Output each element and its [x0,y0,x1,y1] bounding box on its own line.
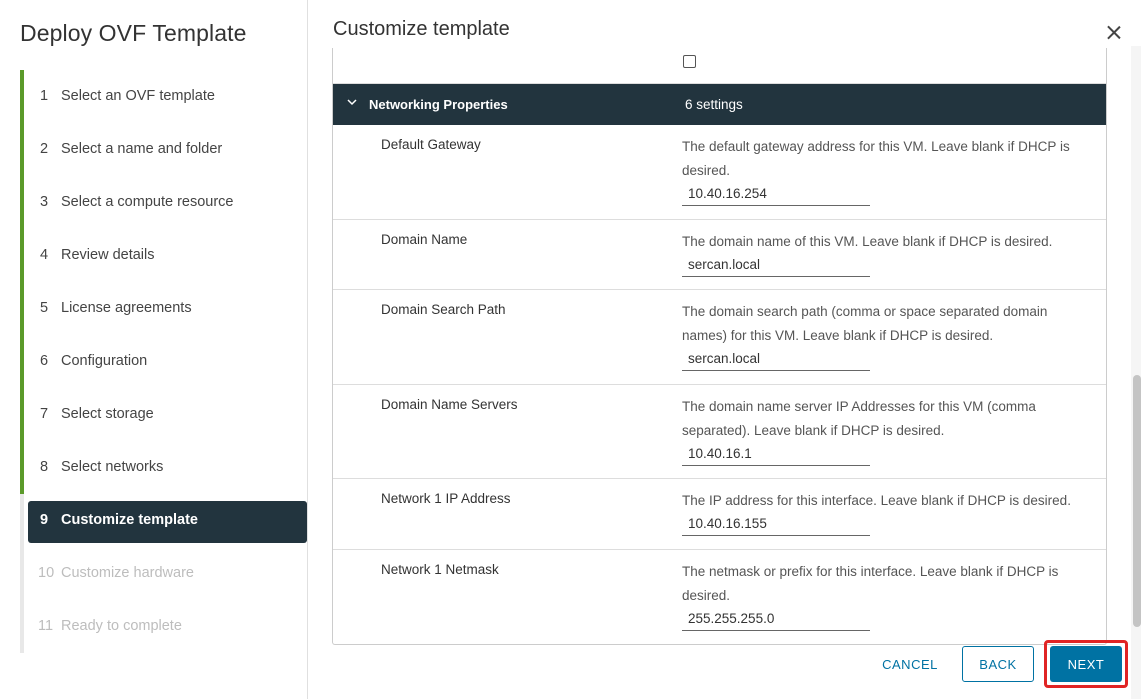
step-customize-hardware: 10 Customize hardware [20,547,308,600]
step-label: Review details [61,247,155,263]
previous-property-row [333,48,1106,84]
step-label: License agreements [61,300,192,316]
section-header-networking[interactable]: Networking Properties 6 settings [333,84,1106,125]
property-description: The netmask or prefix for this interface… [682,564,1059,603]
next-button[interactable]: NEXT [1050,646,1122,682]
step-label: Select networks [61,459,164,475]
step-progress-bar [20,335,24,388]
step-label: Customize template [61,512,198,528]
property-rows: Default Gateway The default gateway addr… [333,125,1106,644]
step-select-name-folder[interactable]: 2 Select a name and folder [20,123,308,176]
step-label: Ready to complete [61,618,182,634]
step-label: Select a name and folder [61,141,223,157]
page-title: Customize template [333,18,510,40]
wizard-steps: 1 Select an OVF template 2 Select a name… [20,70,308,653]
step-number: 3 [40,194,49,210]
step-number: 9 [40,512,49,528]
property-row-network-netmask: Network 1 Netmask The netmask or prefix … [333,550,1106,644]
wizard-sidebar: Deploy OVF Template 1 Select an OVF temp… [0,0,308,699]
property-name: Domain Search Path [381,302,506,317]
step-progress-bar [20,600,24,653]
step-label: Select a compute resource [61,194,234,210]
step-progress-bar [20,494,24,547]
step-progress-bar [20,282,24,335]
section-settings-count: 6 settings [685,97,743,112]
property-name: Default Gateway [381,137,481,152]
step-select-ovf-template[interactable]: 1 Select an OVF template [20,70,308,123]
property-name: Network 1 Netmask [381,562,499,577]
step-progress-bar [20,388,24,441]
domain-name-servers-input[interactable] [682,442,870,466]
property-description: The domain name server IP Addresses for … [682,399,1036,438]
step-number: 2 [40,141,49,157]
property-description: The domain search path (comma or space s… [682,304,1048,343]
step-progress-bar [20,123,24,176]
property-row-domain-name: Domain Name The domain name of this VM. … [333,220,1106,290]
step-select-storage[interactable]: 7 Select storage [20,388,308,441]
default-gateway-input[interactable] [682,182,870,206]
step-label: Select an OVF template [61,88,215,104]
property-row-domain-search-path: Domain Search Path The domain search pat… [333,290,1106,385]
step-number: 7 [40,406,49,422]
step-progress-bar [20,229,24,282]
wizard-title: Deploy OVF Template [20,20,247,46]
property-row-network-ip-address: Network 1 IP Address The IP address for … [333,479,1106,550]
step-select-compute-resource[interactable]: 3 Select a compute resource [20,176,308,229]
step-number: 8 [40,459,49,475]
property-description: The IP address for this interface. Leave… [682,493,1071,508]
section-label: Networking Properties [369,97,508,112]
network-ip-address-input[interactable] [682,512,870,536]
step-label: Configuration [61,353,148,369]
domain-name-input[interactable] [682,253,870,277]
step-license-agreements[interactable]: 5 License agreements [20,282,308,335]
step-label: Select storage [61,406,154,422]
properties-panel: Networking Properties 6 settings Default… [332,48,1107,645]
domain-search-path-input[interactable] [682,347,870,371]
property-description: The default gateway address for this VM.… [682,139,1070,178]
back-button[interactable]: BACK [962,646,1034,682]
step-number: 1 [40,88,49,104]
step-number: 11 [38,618,54,634]
chevron-down-icon[interactable] [347,97,357,107]
step-label: Customize hardware [61,565,194,581]
property-row-default-gateway: Default Gateway The default gateway addr… [333,125,1106,220]
network-netmask-input[interactable] [682,607,870,631]
scrollbar-thumb[interactable] [1133,375,1141,627]
property-name: Domain Name Servers [381,397,518,412]
property-checkbox[interactable] [683,55,696,68]
step-configuration[interactable]: 6 Configuration [20,335,308,388]
step-number: 5 [40,300,49,316]
step-progress-bar [20,70,24,123]
cancel-button[interactable]: CANCEL [868,646,952,682]
step-ready-to-complete: 11 Ready to complete [20,600,308,653]
step-number: 4 [40,247,49,263]
property-name: Domain Name [381,232,468,247]
step-progress-bar [20,176,24,229]
close-icon[interactable] [1103,22,1125,44]
step-customize-template[interactable]: 9 Customize template [20,494,308,547]
property-row-domain-name-servers: Domain Name Servers The domain name serv… [333,385,1106,479]
step-select-networks[interactable]: 8 Select networks [20,441,308,494]
step-number: 6 [40,353,49,369]
property-name: Network 1 IP Address [381,491,511,506]
step-progress-bar [20,441,24,494]
step-review-details[interactable]: 4 Review details [20,229,308,282]
step-progress-bar [20,547,24,600]
step-number: 10 [38,565,55,581]
property-description: The domain name of this VM. Leave blank … [682,234,1053,249]
